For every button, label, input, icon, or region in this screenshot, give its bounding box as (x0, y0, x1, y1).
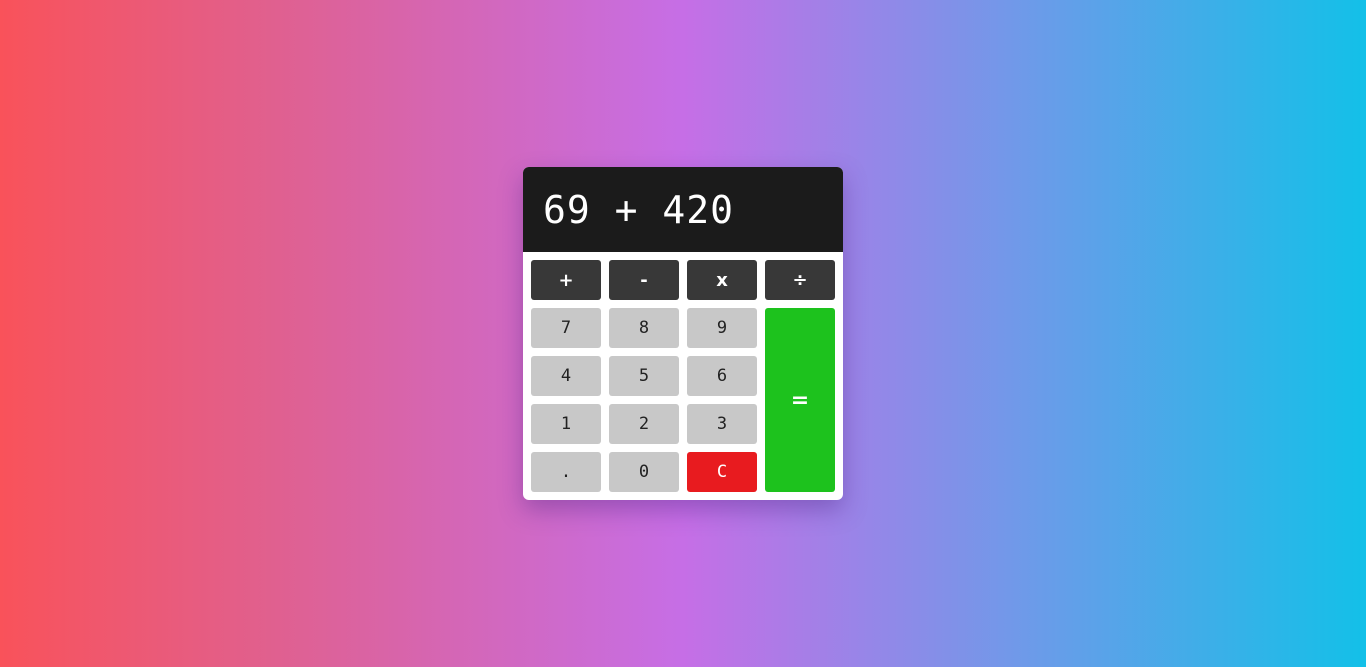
calculator-display: 69 + 420 (523, 167, 843, 252)
digit-6-button[interactable]: 6 (687, 356, 757, 396)
decimal-button[interactable]: . (531, 452, 601, 492)
display-expression: 69 + 420 (543, 187, 735, 232)
digit-8-button[interactable]: 8 (609, 308, 679, 348)
digit-5-button[interactable]: 5 (609, 356, 679, 396)
divide-button[interactable]: ÷ (765, 260, 835, 300)
digit-9-button[interactable]: 9 (687, 308, 757, 348)
digit-3-button[interactable]: 3 (687, 404, 757, 444)
multiply-button[interactable]: x (687, 260, 757, 300)
add-button[interactable]: + (531, 260, 601, 300)
subtract-button[interactable]: - (609, 260, 679, 300)
keypad: + - x ÷ 7 8 9 = 4 5 6 1 2 3 . 0 C (523, 252, 843, 500)
clear-button[interactable]: C (687, 452, 757, 492)
digit-2-button[interactable]: 2 (609, 404, 679, 444)
digit-7-button[interactable]: 7 (531, 308, 601, 348)
digit-4-button[interactable]: 4 (531, 356, 601, 396)
digit-1-button[interactable]: 1 (531, 404, 601, 444)
calculator: 69 + 420 + - x ÷ 7 8 9 = 4 5 6 1 2 3 . 0… (523, 167, 843, 500)
equals-button[interactable]: = (765, 308, 835, 492)
digit-0-button[interactable]: 0 (609, 452, 679, 492)
